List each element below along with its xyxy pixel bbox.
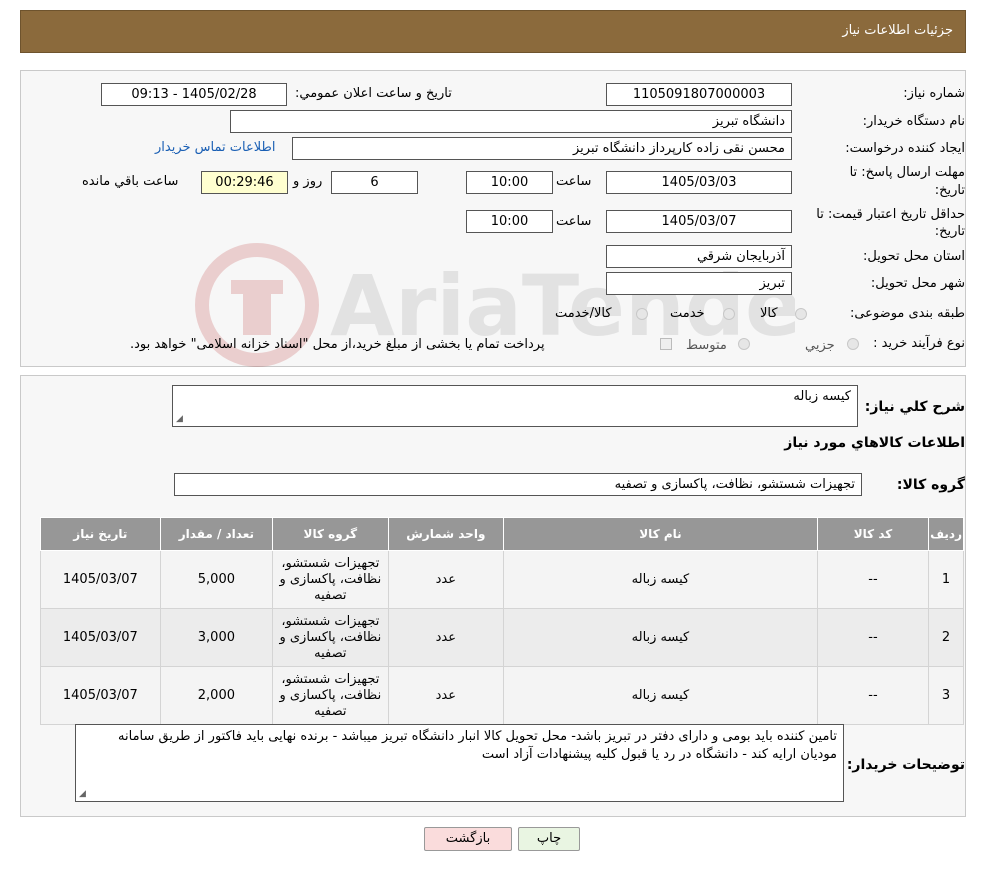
process-minor-label: جزيي bbox=[805, 338, 835, 353]
row-index: 3 bbox=[928, 666, 964, 725]
reply-time-label: ساعت bbox=[556, 174, 592, 189]
category-goods-service-radio[interactable] bbox=[636, 308, 648, 320]
province-label: استان محل تحويل: bbox=[863, 249, 965, 264]
process-label: نوع فرآيند خريد : bbox=[873, 336, 965, 351]
need-number-field: 1105091807000003 bbox=[606, 83, 792, 106]
buyer-contact-link[interactable]: اطلاعات تماس خريدار bbox=[155, 140, 275, 155]
row-date: 1405/03/07 bbox=[40, 666, 161, 725]
remaining-time-field: 00:29:46 bbox=[201, 171, 288, 194]
row-date: 1405/03/07 bbox=[40, 550, 161, 609]
validity-time-label: ساعت bbox=[556, 214, 592, 229]
row-qty: 2,000 bbox=[159, 666, 274, 725]
buyer-org-label: نام دستگاه خريدار: bbox=[862, 114, 965, 129]
city-field: تبریز bbox=[606, 272, 792, 295]
row-group: تجهیزات شستشو، نظافت، پاکسازی و تصفیه bbox=[272, 550, 389, 609]
validity-time-field: 10:00 bbox=[466, 210, 553, 233]
category-goods-radio[interactable] bbox=[795, 308, 807, 320]
process-medium-label: متوسط bbox=[686, 338, 727, 353]
summary-field: کیسه زباله ◢ bbox=[172, 385, 858, 427]
table-row: 1 -- کیسه زباله عدد تجهیزات شستشو، نظافت… bbox=[40, 550, 964, 609]
row-code: -- bbox=[816, 666, 930, 725]
row-code: -- bbox=[816, 608, 930, 667]
requester-label: ايجاد کننده درخواست: bbox=[845, 141, 965, 156]
row-unit: عدد bbox=[387, 666, 505, 725]
group-label: گروه کالا: bbox=[896, 477, 965, 493]
announce-label: تاریخ و ساعت اعلان عمومي: bbox=[295, 86, 452, 101]
validity-label-2: تاریخ: bbox=[934, 224, 965, 239]
col-date-header: تاریخ نیاز bbox=[40, 517, 161, 551]
treasury-checkbox[interactable] bbox=[660, 338, 672, 350]
row-group: تجهیزات شستشو، نظافت، پاکسازی و تصفیه bbox=[272, 666, 389, 725]
city-label: شهر محل تحويل: bbox=[870, 276, 965, 291]
row-name: کیسه زباله bbox=[503, 608, 818, 667]
category-label: طبقه بندی موضوعی: bbox=[849, 306, 965, 321]
reply-deadline-label-1: مهلت ارسال پاسخ: تا bbox=[849, 165, 965, 180]
row-unit: عدد bbox=[387, 608, 505, 667]
need-number-label: شماره نیاز: bbox=[903, 86, 965, 101]
validity-label-1: حداقل تاريخ اعتبار قيمت: تا bbox=[816, 207, 965, 222]
resize-grip-icon[interactable]: ◢ bbox=[176, 414, 183, 424]
reply-time-field: 10:00 bbox=[466, 171, 553, 194]
row-index: 2 bbox=[928, 608, 964, 667]
col-name-header: نام کالا bbox=[503, 517, 818, 551]
row-name: کیسه زباله bbox=[503, 666, 818, 725]
notes-text: تامین کننده باید بومی و دارای دفتر در تب… bbox=[118, 729, 837, 762]
category-service-label: خدمت bbox=[670, 306, 705, 321]
category-service-radio[interactable] bbox=[723, 308, 735, 320]
back-button[interactable]: بازگشت bbox=[424, 827, 512, 851]
validity-date-field: 1405/03/07 bbox=[606, 210, 792, 233]
col-index-header: رديف bbox=[928, 517, 964, 551]
notes-field: تامین کننده باید بومی و دارای دفتر در تب… bbox=[75, 724, 844, 802]
summary-label: شرح کلي نياز: bbox=[864, 399, 965, 415]
category-goods-service-label: کالا/خدمت bbox=[555, 306, 612, 321]
group-field: تجهیزات شستشو، نظافت، پاکسازی و تصفیه bbox=[174, 473, 862, 496]
items-heading: اطلاعات کالاهاي مورد نياز bbox=[784, 435, 965, 451]
process-medium-radio[interactable] bbox=[738, 338, 750, 350]
days-field: 6 bbox=[331, 171, 418, 194]
table-row: 3 -- کیسه زباله عدد تجهیزات شستشو، نظافت… bbox=[40, 666, 964, 725]
row-group: تجهیزات شستشو، نظافت، پاکسازی و تصفیه bbox=[272, 608, 389, 667]
province-field: آذربايجان شرقي bbox=[606, 245, 792, 268]
category-goods-label: کالا bbox=[760, 306, 778, 321]
page-title: جزئیات اطلاعات نیاز bbox=[842, 23, 953, 38]
row-name: کیسه زباله bbox=[503, 550, 818, 609]
reply-deadline-label-2: تاریخ: bbox=[934, 183, 965, 198]
row-qty: 3,000 bbox=[159, 608, 274, 667]
col-unit-header: واحد شمارش bbox=[387, 517, 505, 551]
process-minor-radio[interactable] bbox=[847, 338, 859, 350]
row-index: 1 bbox=[928, 550, 964, 609]
row-unit: عدد bbox=[387, 550, 505, 609]
row-date: 1405/03/07 bbox=[40, 608, 161, 667]
process-note: پرداخت تمام يا بخشی از مبلغ خريد،از محل … bbox=[130, 337, 545, 352]
reply-date-field: 1405/03/03 bbox=[606, 171, 792, 194]
col-qty-header: تعداد / مقدار bbox=[159, 517, 274, 551]
announce-field: 1405/02/28 - 09:13 bbox=[101, 83, 287, 106]
summary-text: کیسه زباله bbox=[793, 389, 851, 404]
row-code: -- bbox=[816, 550, 930, 609]
col-code-header: کد کالا bbox=[816, 517, 930, 551]
items-table: رديف کد کالا نام کالا واحد شمارش گروه کا… bbox=[40, 517, 964, 725]
days-label: روز و bbox=[293, 174, 323, 189]
notes-label: توضيحات خريدار: bbox=[846, 757, 965, 773]
requester-field: محسن نقی زاده کارپرداز دانشگاه تبریز bbox=[292, 137, 792, 160]
remaining-label: ساعت باقي مانده bbox=[82, 174, 179, 189]
resize-grip-icon[interactable]: ◢ bbox=[79, 789, 86, 799]
buyer-org-field: دانشگاه تبریز bbox=[230, 110, 792, 133]
col-group-header: گروه کالا bbox=[272, 517, 389, 551]
table-header-row: رديف کد کالا نام کالا واحد شمارش گروه کا… bbox=[40, 517, 964, 551]
table-row: 2 -- کیسه زباله عدد تجهیزات شستشو، نظافت… bbox=[40, 608, 964, 667]
print-button[interactable]: چاپ bbox=[518, 827, 580, 851]
row-qty: 5,000 bbox=[159, 550, 274, 609]
page-header: جزئیات اطلاعات نیاز bbox=[20, 10, 966, 53]
